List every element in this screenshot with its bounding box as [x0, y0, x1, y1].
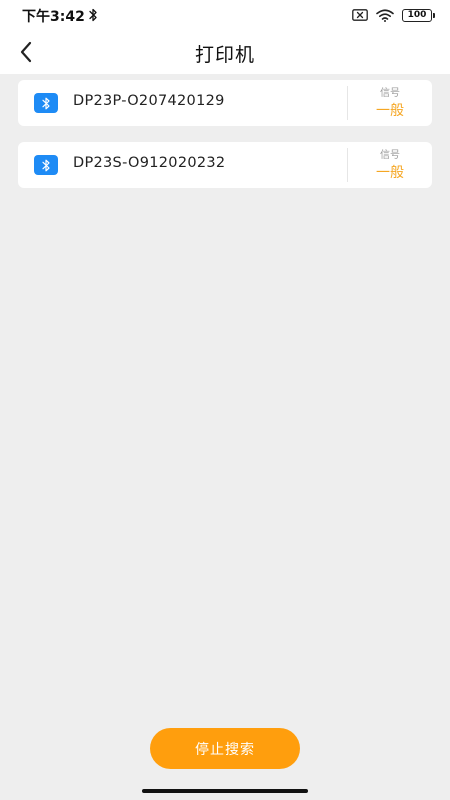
printer-name: DP23S-O912020232 — [73, 155, 226, 171]
nav-bar: 打印机 — [0, 30, 450, 74]
no-sim-icon — [352, 9, 368, 21]
home-indicator[interactable] — [142, 789, 308, 793]
page-title: 打印机 — [194, 44, 255, 66]
battery-level: 100 — [407, 9, 427, 20]
battery-icon: 100 — [402, 8, 435, 22]
signal-value: 一般 — [376, 103, 404, 119]
status-time: 下午3:42 — [22, 9, 85, 25]
printer-name: DP23P-O207420129 — [73, 93, 225, 109]
printer-list: DP23P-O207420129 信号 一般 DP23S-O912020232 … — [18, 80, 432, 204]
signal-indicator: 信号 一般 — [347, 148, 432, 182]
printer-item[interactable]: DP23S-O912020232 信号 一般 — [18, 142, 432, 188]
bluetooth-icon — [89, 8, 97, 22]
wifi-icon — [376, 8, 394, 22]
bluetooth-icon — [34, 155, 58, 175]
signal-label: 信号 — [380, 150, 400, 161]
status-indicators: 100 — [352, 8, 435, 22]
stop-search-button[interactable]: 停止搜索 — [150, 728, 300, 769]
bluetooth-icon — [34, 93, 58, 113]
status-bar: 下午3:42 100 — [0, 0, 450, 30]
signal-value: 一般 — [376, 165, 404, 181]
signal-label: 信号 — [380, 88, 400, 99]
signal-indicator: 信号 一般 — [347, 86, 432, 120]
printer-item[interactable]: DP23P-O207420129 信号 一般 — [18, 80, 432, 126]
